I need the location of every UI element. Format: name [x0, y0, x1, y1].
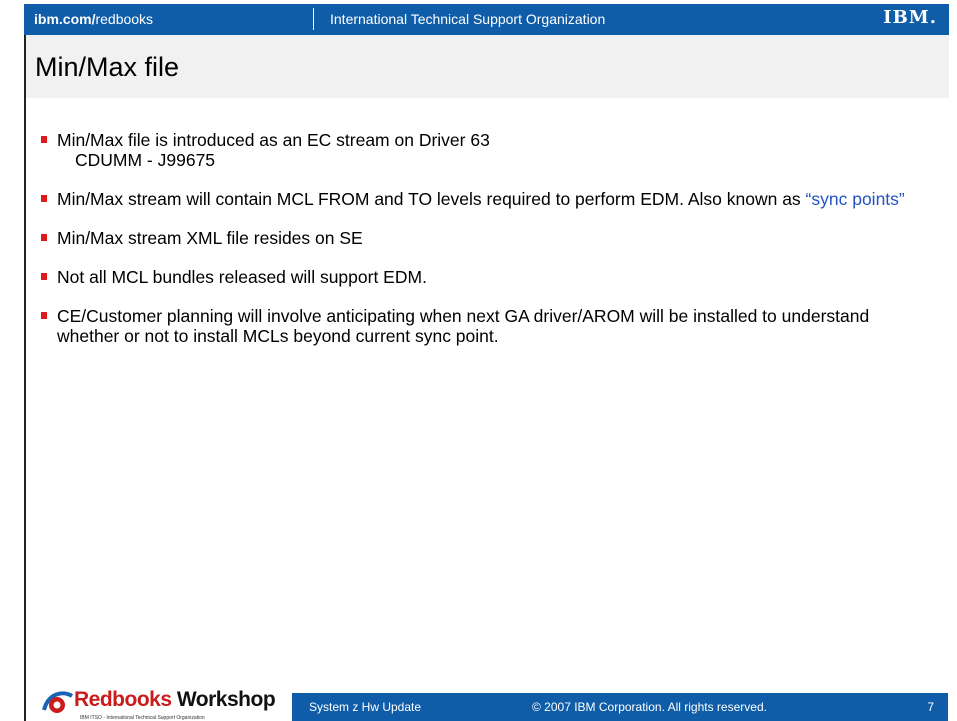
- brand-wordmark: Redbooks Workshop: [74, 688, 276, 712]
- redbooks-swoosh-icon: [42, 691, 74, 713]
- bullet-text: CE/Customer planning will involve antici…: [57, 306, 870, 346]
- bullet-item: Min/Max stream will contain MCL FROM and…: [40, 189, 920, 209]
- bullet-marker-icon: [41, 195, 47, 202]
- sync-points-highlight: “sync points”: [805, 189, 905, 209]
- header-divider: [313, 8, 314, 30]
- bullet-item: Not all MCL bundles released will suppor…: [40, 267, 920, 287]
- bullet-marker-icon: [41, 234, 47, 241]
- bullet-marker-icon: [41, 312, 47, 319]
- org-name: International Technical Support Organiza…: [330, 11, 606, 27]
- bullet-item: Min/Max stream XML file resides on SE: [40, 228, 920, 248]
- bullet-text: Min/Max file is introduced as an EC stre…: [57, 130, 490, 150]
- bullet-subtext: CDUMM - J99675: [75, 150, 216, 170]
- bullet-text: Min/Max stream will contain MCL FROM and…: [57, 189, 806, 209]
- footer-course: System z Hw Update: [309, 700, 422, 714]
- brand-workshop: Workshop: [176, 688, 276, 711]
- footer-copyright: © 2007 IBM Corporation. All rights reser…: [532, 700, 767, 714]
- bullet-marker-icon: [41, 273, 47, 280]
- site-link[interactable]: ibm.com/redbooks: [34, 11, 153, 27]
- brand-redbooks: Redbooks: [74, 688, 172, 711]
- header-bar: ibm.com/redbooks International Technical…: [24, 4, 949, 35]
- site-path: redbooks: [95, 11, 154, 27]
- slide-title: Min/Max file: [35, 52, 180, 82]
- bullet-text: Min/Max stream XML file resides on SE: [57, 228, 363, 248]
- brand-subtitle: IBM ITSO - International Technical Suppo…: [80, 715, 205, 721]
- bullet-item: Min/Max file is introduced as an EC stre…: [40, 130, 920, 170]
- slide: ibm.com/redbooks International Technical…: [0, 0, 957, 721]
- site-domain: ibm.com/: [34, 11, 96, 27]
- left-frame-line: [24, 35, 26, 721]
- footer-bar: System z Hw Update © 2007 IBM Corporatio…: [292, 693, 948, 721]
- bullet-list: Min/Max file is introduced as an EC stre…: [40, 130, 920, 365]
- bullet-item: CE/Customer planning will involve antici…: [40, 306, 920, 346]
- bullet-text: Not all MCL bundles released will suppor…: [57, 267, 427, 287]
- page-number: 7: [927, 700, 934, 714]
- ibm-logo-icon: IBM.: [883, 7, 937, 28]
- bullet-marker-icon: [41, 136, 47, 143]
